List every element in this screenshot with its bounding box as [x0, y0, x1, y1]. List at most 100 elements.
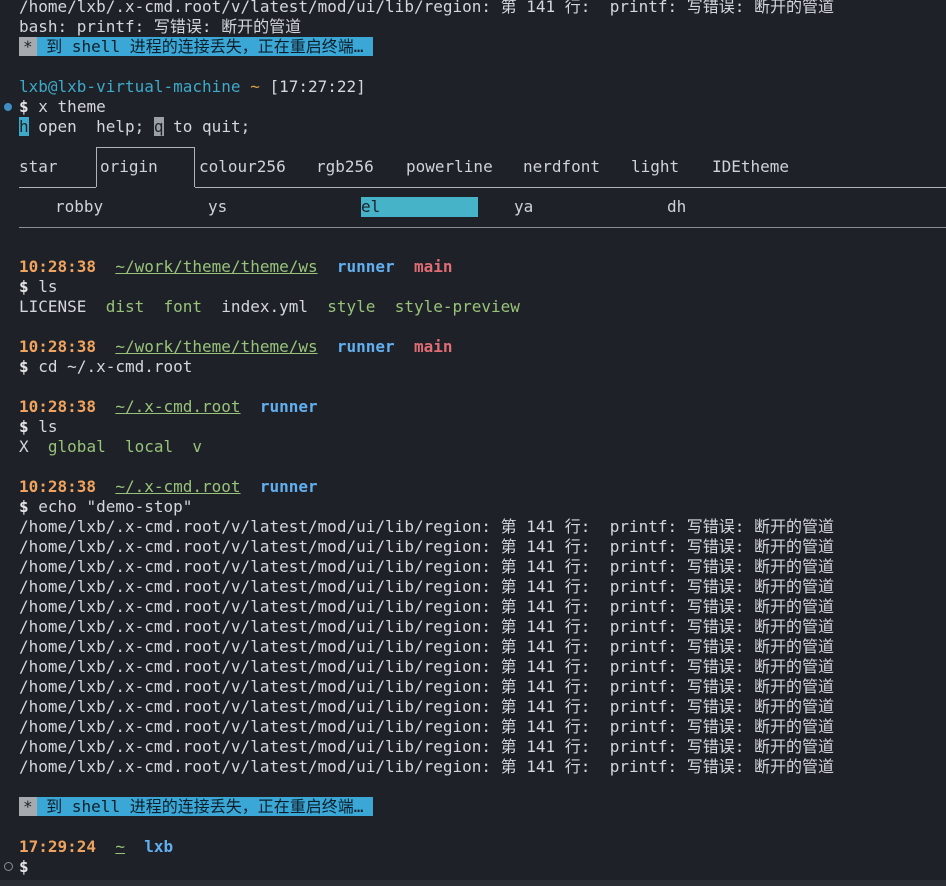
final-prompt: 17:29:24 ~ lxb — [19, 837, 173, 857]
ls-entry: style — [327, 297, 376, 316]
terminal-output-line: /home/lxb/.x-cmd.root/v/latest/mod/ui/li… — [19, 557, 835, 576]
prompt-time: 10:28:38 — [19, 397, 97, 416]
help-text-quit: to quit; — [163, 117, 251, 136]
preview-prompt: 10:28:38 ~/.x-cmd.root runner — [19, 397, 318, 417]
ls-entry: X — [19, 437, 29, 456]
terminal-bottom-edge — [0, 880, 946, 886]
command-line: $ echo "demo-stop" — [19, 497, 192, 517]
notice-star-icon: * — [19, 37, 37, 56]
command-decoration-icon[interactable] — [4, 862, 13, 871]
shell-prompt: lxb@lxb-virtual-machine ~ [17:27:22] — [19, 77, 366, 97]
help-line: h open help; q to quit; — [19, 117, 250, 137]
command-line: $ ls — [19, 277, 58, 297]
prompt-path: ~/.x-cmd.root — [115, 477, 241, 496]
tab-bar-divider — [19, 187, 96, 188]
terminal-output-line: /home/lxb/.x-cmd.root/v/latest/mod/ui/li… — [19, 697, 835, 716]
ls-entry: v — [192, 437, 203, 456]
help-text-open: open help; — [28, 117, 154, 136]
help-key-h: h — [19, 117, 29, 136]
tab-powerline[interactable]: powerline — [406, 157, 493, 177]
command-text: x theme — [38, 97, 106, 116]
terminal-output-line: bash: printf: 写错误: 断开的管道 — [19, 17, 302, 36]
preview-prompt: 10:28:38 ~/work/theme/theme/ws runner ma… — [19, 337, 452, 357]
prompt-user-host: lxb@lxb-virtual-machine — [19, 77, 241, 96]
command-text: ls — [38, 277, 58, 296]
tab-rgb256[interactable]: rgb256 — [316, 157, 374, 177]
tab-nerdfont[interactable]: nerdfont — [523, 157, 600, 177]
terminal-output-line: /home/lxb/.x-cmd.root/v/latest/mod/ui/li… — [19, 617, 835, 636]
prompt-user: runner — [336, 337, 395, 356]
ls-output: LICENSE dist font index.yml style style-… — [19, 297, 520, 317]
terminal-output-line: /home/lxb/.x-cmd.root/v/latest/mod/ui/li… — [19, 757, 835, 776]
prompt-branch: main — [413, 337, 453, 356]
prompt-user: runner — [336, 257, 395, 276]
theme-option-el[interactable]: el — [361, 197, 478, 217]
tab-star[interactable]: star — [19, 157, 58, 177]
ls-entry: dist — [105, 297, 145, 316]
dollar-sign: $ — [19, 277, 29, 296]
dollar-sign: $ — [19, 417, 29, 436]
ls-entry: style-preview — [394, 297, 520, 316]
theme-tab-bar: star origin colour256 rgb256 powerline n… — [19, 147, 946, 187]
connection-lost-notice: * 到 shell 进程的连接丢失，正在重启终端… — [19, 37, 373, 57]
prompt-time: 10:28:38 — [19, 477, 97, 496]
preview-prompt: 10:28:38 ~/.x-cmd.root runner — [19, 477, 318, 497]
theme-option-ya[interactable]: ya — [514, 197, 533, 217]
ls-entry: index.yml — [221, 297, 308, 316]
terminal-output-line: /home/lxb/.x-cmd.root/v/latest/mod/ui/li… — [19, 0, 835, 16]
terminal-output-line: /home/lxb/.x-cmd.root/v/latest/mod/ui/li… — [19, 717, 835, 736]
command-text: echo "demo-stop" — [38, 497, 193, 516]
preview-prompt: 10:28:38 ~/work/theme/theme/ws runner ma… — [19, 257, 452, 277]
tab-origin[interactable]: origin — [96, 147, 195, 187]
help-key-q: q — [153, 117, 164, 136]
terminal-output-line: /home/lxb/.x-cmd.root/v/latest/mod/ui/li… — [19, 517, 835, 536]
ls-entry: local — [124, 437, 174, 456]
prompt-path: ~/.x-cmd.root — [115, 397, 241, 416]
dollar-sign: $ — [19, 857, 29, 876]
prompt-user: runner — [259, 397, 318, 416]
prompt-path: ~/work/theme/theme/ws — [115, 337, 318, 356]
terminal-output-line: /home/lxb/.x-cmd.root/v/latest/mod/ui/li… — [19, 657, 835, 676]
preview-divider — [19, 227, 946, 228]
prompt-path: ~/work/theme/theme/ws — [115, 257, 318, 276]
theme-option-dh[interactable]: dh — [667, 197, 686, 217]
prompt-time: 17:29:24 — [19, 837, 97, 856]
tab-idetheme[interactable]: IDEtheme — [712, 157, 789, 177]
theme-option-robby[interactable]: robby — [55, 197, 103, 217]
command-decoration-icon[interactable] — [4, 103, 12, 111]
notice-text: 到 shell 进程的连接丢失，正在重启终端… — [36, 37, 373, 56]
command-line: $ cd ~/.x-cmd.root — [19, 357, 192, 377]
prompt-path: ~ — [115, 837, 125, 856]
prompt-time: [17:27:22] — [269, 77, 366, 96]
terminal-output-line: /home/lxb/.x-cmd.root/v/latest/mod/ui/li… — [19, 537, 835, 556]
ls-entry: LICENSE — [19, 297, 87, 316]
command-text: ls — [38, 417, 58, 436]
dollar-sign: $ — [19, 357, 29, 376]
prompt-time: 10:28:38 — [19, 337, 97, 356]
prompt-branch: main — [413, 257, 453, 276]
notice-text: 到 shell 进程的连接丢失，正在重启终端… — [36, 797, 373, 816]
theme-option-ys[interactable]: ys — [208, 197, 227, 217]
ls-entry: font — [163, 297, 203, 316]
tab-colour256[interactable]: colour256 — [199, 157, 286, 177]
prompt-time: 10:28:38 — [19, 257, 97, 276]
tab-light[interactable]: light — [631, 157, 679, 177]
command-text: cd ~/.x-cmd.root — [38, 357, 193, 376]
prompt-user: runner — [259, 477, 318, 496]
terminal-output-line: /home/lxb/.x-cmd.root/v/latest/mod/ui/li… — [19, 677, 835, 696]
terminal-output-line: /home/lxb/.x-cmd.root/v/latest/mod/ui/li… — [19, 637, 835, 656]
command-line: $ x theme — [19, 97, 106, 117]
tab-bar-divider — [195, 187, 946, 188]
dollar-sign: $ — [19, 497, 29, 516]
terminal-output-line: /home/lxb/.x-cmd.root/v/latest/mod/ui/li… — [19, 597, 835, 616]
terminal-output-line: /home/lxb/.x-cmd.root/v/latest/mod/ui/li… — [19, 577, 835, 596]
prompt-tilde: ~ — [250, 77, 260, 96]
connection-lost-notice: * 到 shell 进程的连接丢失，正在重启终端… — [19, 797, 373, 817]
ls-output: X global local v — [19, 437, 202, 457]
ls-entry: global — [47, 437, 106, 456]
input-line[interactable]: $ — [19, 857, 29, 877]
command-line: $ ls — [19, 417, 58, 437]
prompt-user: lxb — [144, 837, 174, 856]
dollar-sign: $ — [19, 97, 29, 116]
notice-star-icon: * — [19, 797, 37, 816]
